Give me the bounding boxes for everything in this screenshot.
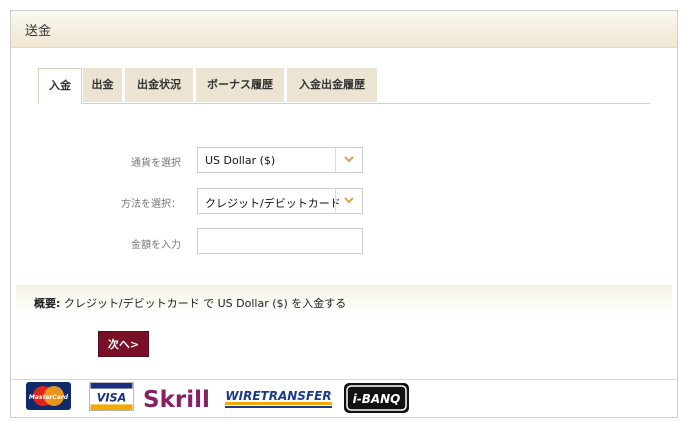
tab-withdraw[interactable]: 出金 — [83, 68, 122, 102]
method-select[interactable]: クレジット/デビットカード — [197, 188, 363, 214]
skrill-text: Skrill — [143, 387, 209, 413]
mastercard-text: MasterCard — [29, 394, 69, 401]
chevron-down-icon — [335, 148, 362, 172]
panel-header: 送金 — [11, 11, 677, 48]
deposit-panel: 送金 入金 出金 出金状況 ボーナス履歴 入金出金履歴 通貨を選択 US Dol… — [10, 10, 678, 418]
method-select-value: クレジット/デビットカード — [205, 197, 341, 210]
method-label: 方法を選択： — [121, 199, 181, 210]
wire-transfer-text: WIRETRANSFER — [225, 389, 331, 403]
currency-select-value: US Dollar ($) — [205, 154, 276, 167]
currency-label: 通貨を選択 — [131, 158, 181, 169]
ibanq-logo: i-BANQ — [344, 383, 409, 413]
footer-divider — [11, 379, 677, 380]
next-button[interactable]: 次へ> — [98, 331, 149, 357]
panel-title: 送金 — [25, 24, 52, 39]
tab-bar: 入金 出金 出金状況 ボーナス履歴 入金出金履歴 — [38, 68, 650, 104]
ibanq-text: i-BANQ — [353, 392, 401, 406]
tab-deposit[interactable]: 入金 — [38, 68, 82, 104]
wire-transfer-logo: WIRETRANSFER — [225, 389, 332, 408]
amount-input[interactable] — [197, 228, 363, 254]
summary-bar: 概要: クレジット/デビットカード で US Dollar ($) を入金する — [16, 285, 672, 318]
tab-transaction-history[interactable]: 入金出金履歴 — [287, 68, 377, 102]
chevron-down-icon — [335, 189, 362, 213]
visa-logo: VISA — [89, 382, 134, 411]
currency-select[interactable]: US Dollar ($) — [197, 147, 363, 173]
mastercard-logo: MasterCard — [26, 382, 71, 410]
summary-label: 概要: — [34, 297, 61, 310]
tab-withdraw-status[interactable]: 出金状況 — [125, 68, 193, 102]
summary-text: 概要: クレジット/デビットカード で US Dollar ($) を入金する — [34, 295, 346, 311]
visa-text: VISA — [97, 392, 126, 405]
amount-label: 金額を入力 — [131, 240, 181, 251]
skrill-logo: Skrill — [143, 387, 209, 413]
summary-description: クレジット/デビットカード で US Dollar ($) を入金する — [63, 297, 347, 310]
tab-bonus-history[interactable]: ボーナス履歴 — [196, 68, 284, 102]
